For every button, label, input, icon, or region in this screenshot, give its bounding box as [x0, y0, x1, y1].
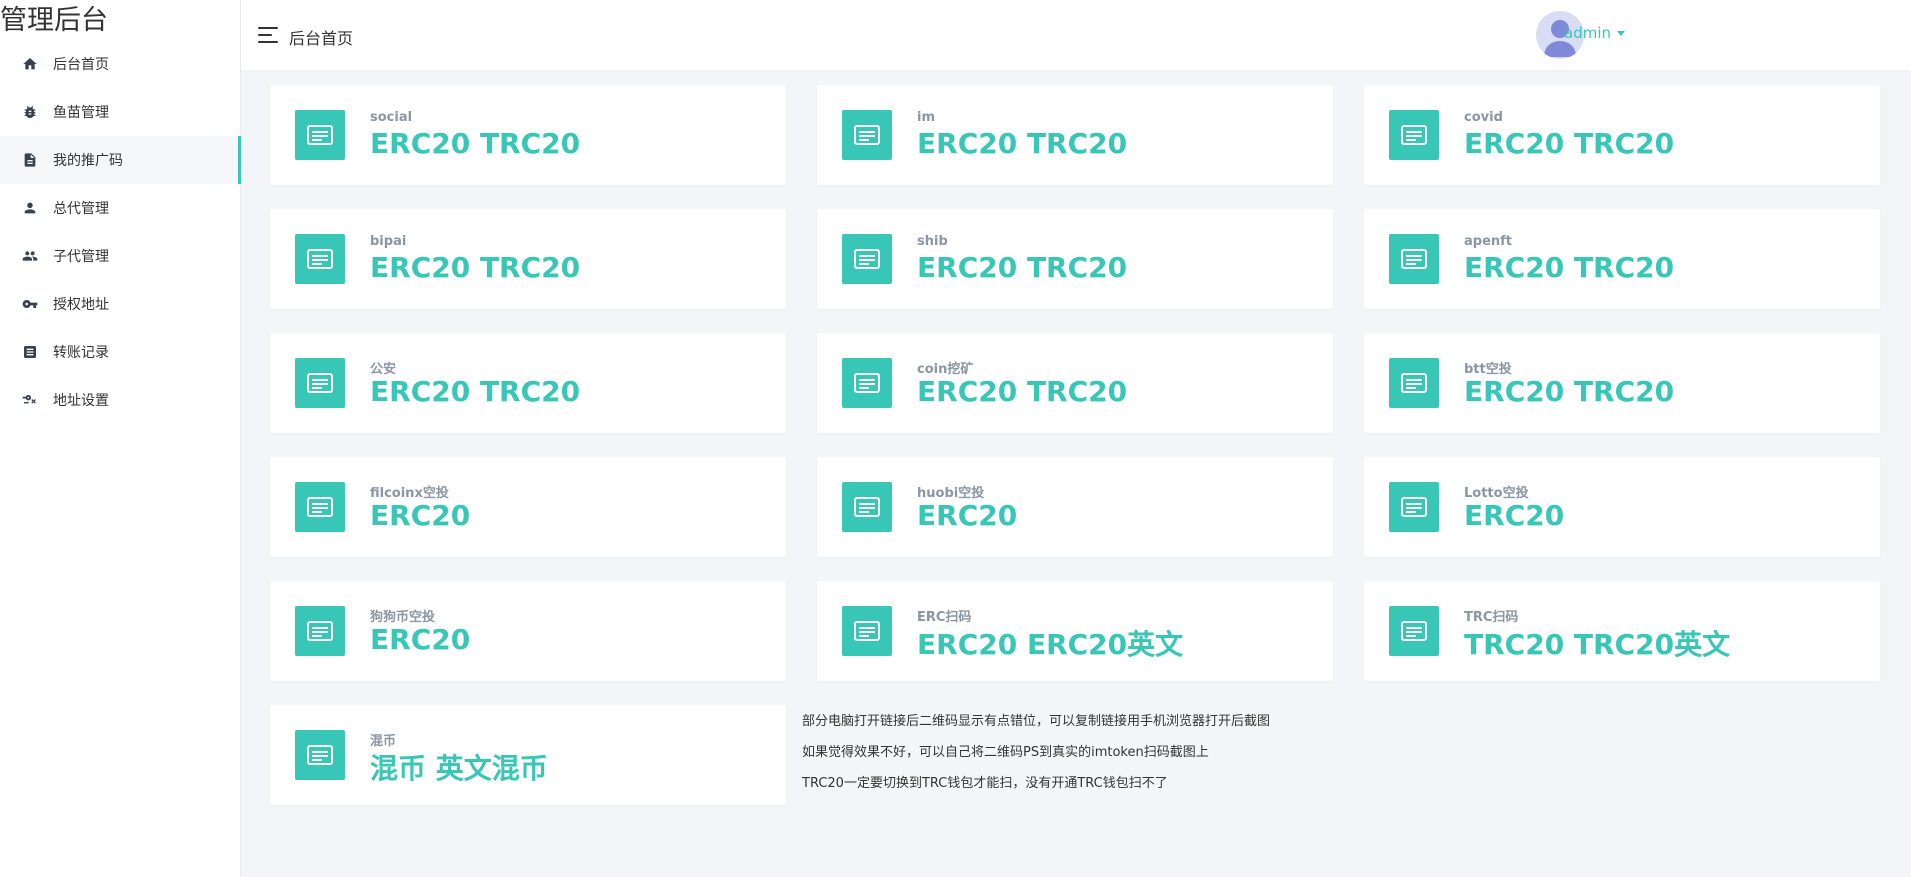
people-icon [21, 247, 39, 265]
card-value: 混币 英文混币 [370, 752, 548, 785]
card-value: ERC20 TRC20 [370, 375, 581, 408]
promo-card-social[interactable]: social ERC20 TRC20 [270, 85, 786, 185]
sidebar-item-label: 地址设置 [53, 393, 109, 409]
card-document-icon [295, 482, 345, 532]
sidebar-menu: 后台首页 鱼苗管理 我的推广码 总代管理 子代管理 授权地址 转账记录 地址设置 [0, 40, 241, 424]
sidebar-item-address-settings[interactable]: 地址设置 [0, 376, 240, 424]
promo-card-coin-mining[interactable]: coin挖矿 ERC20 TRC20 [817, 333, 1333, 433]
card-value: ERC20 ERC20英文 [917, 628, 1184, 661]
promo-card-mixer[interactable]: 混币 混币 英文混币 [270, 705, 786, 805]
person-icon [21, 199, 39, 217]
card-value: ERC20 TRC20 [1464, 251, 1675, 284]
promo-card-apenft[interactable]: apenft ERC20 TRC20 [1364, 209, 1880, 309]
promo-card-lotto-airdrop[interactable]: Lotto空投 ERC20 [1364, 457, 1880, 557]
sidebar-item-label: 转账记录 [53, 345, 109, 361]
sidebar-item-authorized-addresses[interactable]: 授权地址 [0, 280, 240, 328]
card-document-icon [1389, 606, 1439, 656]
promo-card-huobi-airdrop[interactable]: huobi空投 ERC20 [817, 457, 1333, 557]
promo-card-police[interactable]: 公安 ERC20 TRC20 [270, 333, 786, 433]
sidebar-item-label: 总代管理 [53, 201, 109, 217]
sidebar-item-home[interactable]: 后台首页 [0, 40, 240, 88]
document-icon [21, 151, 39, 169]
card-value: ERC20 TRC20 [370, 251, 581, 284]
card-value: ERC20 TRC20 [917, 251, 1128, 284]
home-icon [21, 55, 39, 73]
note-line: TRC20一定要切换到TRC钱包才能扫，没有开通TRC钱包扫不了 [802, 776, 1168, 791]
promo-card-erc-scan[interactable]: ERC扫码 ERC20 ERC20英文 [817, 581, 1333, 681]
card-document-icon [295, 110, 345, 160]
key-settings-icon [21, 391, 39, 409]
breadcrumb: 后台首页 [289, 29, 354, 48]
promo-card-filcoinx-airdrop[interactable]: filcoinx空投 ERC20 [270, 457, 786, 557]
receipt-icon [21, 343, 39, 361]
card-document-icon [1389, 358, 1439, 408]
sidebar-item-sub-agents[interactable]: 子代管理 [0, 232, 240, 280]
promo-card-bipai[interactable]: bipai ERC20 TRC20 [270, 209, 786, 309]
note-line: 如果觉得效果不好，可以自己将二维码PS到真实的imtoken扫码截图上 [802, 745, 1209, 760]
sidebar-item-my-promo-code[interactable]: 我的推广码 [0, 136, 241, 184]
sidebar-item-label: 子代管理 [53, 249, 109, 265]
card-document-icon [1389, 110, 1439, 160]
promo-card-covid[interactable]: covid ERC20 TRC20 [1364, 85, 1880, 185]
card-document-icon [295, 606, 345, 656]
note-line: 部分电脑打开链接后二维码显示有点错位，可以复制链接用手机浏览器打开后截图 [802, 714, 1271, 729]
card-document-icon [1389, 482, 1439, 532]
card-value: ERC20 TRC20 [370, 127, 581, 160]
card-value: ERC20 [370, 499, 471, 532]
sidebar-item-general-agents[interactable]: 总代管理 [0, 184, 240, 232]
card-title: shib [917, 234, 948, 249]
card-value: ERC20 [370, 623, 471, 656]
promo-card-im[interactable]: im ERC20 TRC20 [817, 85, 1333, 185]
card-title: apenft [1464, 234, 1513, 249]
caret-down-icon [1617, 30, 1625, 36]
card-value: ERC20 [1464, 499, 1565, 532]
card-document-icon [842, 606, 892, 656]
card-value: TRC20 TRC20英文 [1464, 628, 1731, 661]
card-title: social [370, 110, 413, 125]
card-value: ERC20 TRC20 [917, 375, 1128, 408]
user-menu[interactable]: admin [1564, 24, 1625, 42]
sidebar-item-fry-management[interactable]: 鱼苗管理 [0, 88, 240, 136]
promo-card-shib[interactable]: shib ERC20 TRC20 [817, 209, 1333, 309]
key-icon [21, 295, 39, 313]
sidebar-item-transfer-records[interactable]: 转账记录 [0, 328, 240, 376]
card-document-icon [295, 730, 345, 780]
promo-card-btt-airdrop[interactable]: btt空投 ERC20 TRC20 [1364, 333, 1880, 433]
card-title: bipai [370, 234, 407, 249]
promo-card-dogecoin-airdrop[interactable]: 狗狗币空投 ERC20 [270, 581, 786, 681]
card-value: ERC20 TRC20 [917, 127, 1128, 160]
top-header: 后台首页 [241, 0, 1911, 70]
card-title: covid [1464, 110, 1503, 125]
brand-title: 管理后台 [0, 5, 108, 36]
card-document-icon [295, 234, 345, 284]
promo-card-trc-scan[interactable]: TRC扫码 TRC20 TRC20英文 [1364, 581, 1880, 681]
menu-toggle-icon[interactable] [258, 26, 280, 44]
card-document-icon [842, 482, 892, 532]
card-document-icon [1389, 234, 1439, 284]
card-document-icon [295, 358, 345, 408]
sidebar-item-label: 授权地址 [53, 297, 109, 313]
card-value: ERC20 TRC20 [1464, 375, 1675, 408]
help-notes: 部分电脑打开链接后二维码显示有点错位，可以复制链接用手机浏览器打开后截图 如果觉… [802, 706, 1270, 799]
username: admin [1564, 24, 1611, 42]
card-value: ERC20 [917, 499, 1018, 532]
card-document-icon [842, 358, 892, 408]
sidebar-item-label: 我的推广码 [53, 153, 123, 169]
bug-icon [21, 103, 39, 121]
sidebar: 管理后台 后台首页 鱼苗管理 我的推广码 总代管理 子代管理 授权地址 转账记录 [0, 0, 241, 877]
card-title: im [917, 110, 936, 125]
sidebar-item-label: 鱼苗管理 [53, 105, 109, 121]
card-document-icon [842, 234, 892, 284]
card-document-icon [842, 110, 892, 160]
card-value: ERC20 TRC20 [1464, 127, 1675, 160]
sidebar-item-label: 后台首页 [53, 57, 109, 73]
